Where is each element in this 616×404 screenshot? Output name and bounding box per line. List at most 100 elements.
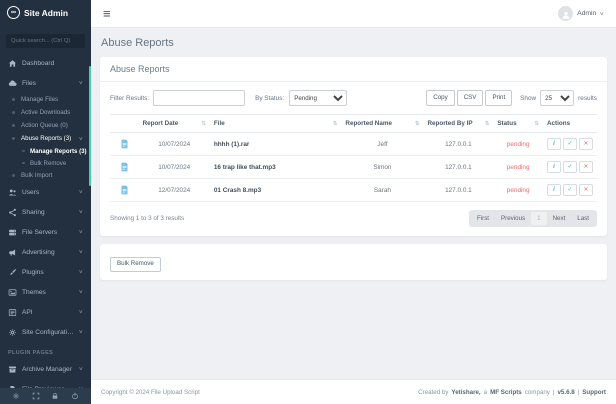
power-icon[interactable] (71, 392, 79, 400)
page-btn-first[interactable]: First (471, 212, 495, 225)
sort-icon[interactable]: ⇅ (201, 121, 206, 127)
approve-button[interactable]: ✓ (563, 161, 577, 173)
reported-ip-cell: 127.0.0.1 (423, 155, 494, 179)
sidebar-nav: Dashboard Files ∨ Manage Files Active Downlo… (0, 53, 91, 388)
sidebar-scrollbar[interactable] (88, 66, 91, 186)
sidebar: ∞ Site Admin DashboardFiles∨Manage Files… (0, 0, 91, 404)
sidebar-item-site-configuration[interactable]: Site Configuration ∨ (0, 322, 91, 342)
sidebar-subitem-active-downloads[interactable]: Active Downloads (0, 106, 91, 119)
mfscripts-link[interactable]: MF Scripts (490, 389, 522, 396)
sort-icon[interactable]: ⇅ (333, 121, 338, 127)
col-header-reported-name[interactable]: Reported Name ⇅ (341, 114, 424, 133)
col-header-report-date[interactable]: Report Date ⇅ (138, 114, 210, 133)
chevron-down-icon: ∨ (599, 10, 605, 17)
csv-button[interactable]: CSV (456, 90, 484, 106)
sidebar-item-advertising[interactable]: Advertising ∨ (0, 242, 91, 262)
chevron-down-icon: ∨ (78, 269, 84, 275)
sidebar-item-sharing[interactable]: Sharing ∨ (0, 202, 91, 222)
chevron-down-icon: ∨ (78, 249, 84, 255)
chevron-down-icon: ∨ (78, 309, 84, 315)
table-row: 10/07/2024 16 trap like that.mp3 Simon 127.… (110, 155, 597, 179)
col-header-actions: Actions (543, 114, 597, 133)
remove-button[interactable]: ✕ (579, 138, 593, 150)
results-label: results (578, 94, 597, 102)
cloud-icon (8, 79, 17, 88)
page-btn-next[interactable]: Next (547, 212, 572, 225)
info-button[interactable]: i (547, 138, 561, 150)
yetishare-link[interactable]: Yetishare, (451, 389, 480, 396)
sidebar-subitem-action-queue-0[interactable]: Action Queue (0) (0, 119, 91, 132)
sidebar-item-dashboard[interactable]: Dashboard (0, 53, 91, 73)
sidebar-subitem-bulk-import[interactable]: Bulk Import (0, 169, 91, 182)
bulk-remove-button[interactable]: Bulk Remove (110, 256, 161, 272)
user-label: Admin (577, 10, 597, 17)
reported-name-cell: Simon (341, 155, 424, 179)
page-size-select[interactable]: 25 (540, 90, 575, 106)
file-icon (8, 385, 17, 388)
col-header-status[interactable]: Status ⇅ (493, 114, 543, 133)
card-title: Abuse Reports (100, 57, 607, 82)
status-select[interactable]: Pending (289, 90, 348, 106)
sidebar-item-file-servers[interactable]: File Servers ∨ (0, 222, 91, 242)
reported-ip-cell: 127.0.0.1 (423, 178, 494, 202)
file-doc-icon (114, 138, 135, 150)
file-doc-icon (114, 184, 135, 196)
chevron-down-icon: ∨ (78, 135, 84, 142)
created-by-text: Created by (418, 388, 449, 396)
gear-icon[interactable] (12, 392, 20, 400)
chevron-down-icon: ∨ (78, 189, 84, 195)
col-header-file[interactable]: File ⇅ (209, 114, 342, 133)
topbar: ≡ Admin ∨ (91, 0, 616, 28)
bulk-remove-card: Bulk Remove (100, 244, 607, 280)
user-menu[interactable]: Admin ∨ (558, 6, 605, 21)
sidebar-subitem-abuse-reports-3[interactable]: Abuse Reports (3) ∨ (0, 132, 91, 145)
sidebar-item-files[interactable]: Files ∨ (0, 73, 91, 93)
sidebar-item-users[interactable]: Users ∨ (0, 182, 91, 202)
page-btn-previous[interactable]: Previous (495, 212, 531, 225)
sidebar-item-file-previewer[interactable]: File Previewer∨ (0, 379, 91, 388)
list-icon (8, 308, 17, 317)
status-badge: pending (493, 132, 543, 156)
filter-results-input[interactable] (153, 90, 246, 106)
page-btn-1[interactable]: 1 (531, 212, 547, 225)
pagination: First Previous 1 Next Last (469, 210, 597, 227)
chevron-down-icon: ∨ (78, 289, 84, 295)
home-icon (8, 59, 17, 68)
app-logo[interactable]: ∞ Site Admin (0, 0, 91, 25)
logo-icon: ∞ (7, 6, 20, 19)
remove-button[interactable]: ✕ (579, 161, 593, 173)
report-date-cell: 10/07/2024 (138, 132, 210, 156)
copy-button[interactable]: Copy (426, 90, 455, 106)
menu-toggle-icon[interactable]: ≡ (103, 7, 111, 20)
report-date-cell: 10/07/2024 (138, 155, 210, 179)
sidebar-subitem-manage-reports-3[interactable]: Manage Reports (3) (0, 145, 91, 157)
sidebar-subitem-manage-files[interactable]: Manage Files (0, 93, 91, 106)
sidebar-item-themes[interactable]: Themes ∨ (0, 282, 91, 302)
approve-button[interactable]: ✓ (563, 184, 577, 196)
sidebar-item-archive-manager[interactable]: Archive Manager ∨ (0, 359, 91, 379)
sidebar-subitem-bulk-remove[interactable]: Bulk Remove (0, 157, 91, 169)
lock-icon[interactable] (51, 392, 59, 400)
col-header-reported-by-ip[interactable]: Reported By IP ⇅ (423, 114, 494, 133)
sort-icon[interactable]: ⇅ (485, 121, 490, 127)
info-button[interactable]: i (547, 161, 561, 173)
results-summary: Showing 1 to 3 of 3 results (110, 215, 185, 222)
chevron-down-icon: ∨ (78, 80, 84, 86)
expand-icon[interactable] (32, 392, 40, 400)
remove-button[interactable]: ✕ (579, 184, 593, 196)
table-row: 12/07/2024 01 Crash 8.mp3 Sarah 127.0.0.1 pe… (110, 178, 597, 202)
approve-button[interactable]: ✓ (563, 138, 577, 150)
sidebar-item-api[interactable]: API ∨ (0, 302, 91, 322)
quick-search-input[interactable] (6, 34, 85, 48)
sort-icon[interactable]: ⇅ (415, 121, 420, 127)
file-name-cell: 16 trap like that.mp3 (209, 155, 342, 179)
support-link[interactable]: Support (582, 389, 606, 396)
print-button[interactable]: Print (485, 90, 513, 106)
page-btn-last[interactable]: Last (571, 212, 595, 225)
status-badge: pending (493, 155, 543, 179)
sort-icon[interactable]: ⇅ (534, 121, 539, 127)
info-button[interactable]: i (547, 184, 561, 196)
abuse-reports-card: Abuse Reports Filter Results: By Status:… (100, 57, 607, 236)
sidebar-item-plugins[interactable]: Plugins ∨ (0, 262, 91, 282)
report-date-cell: 12/07/2024 (138, 178, 210, 202)
